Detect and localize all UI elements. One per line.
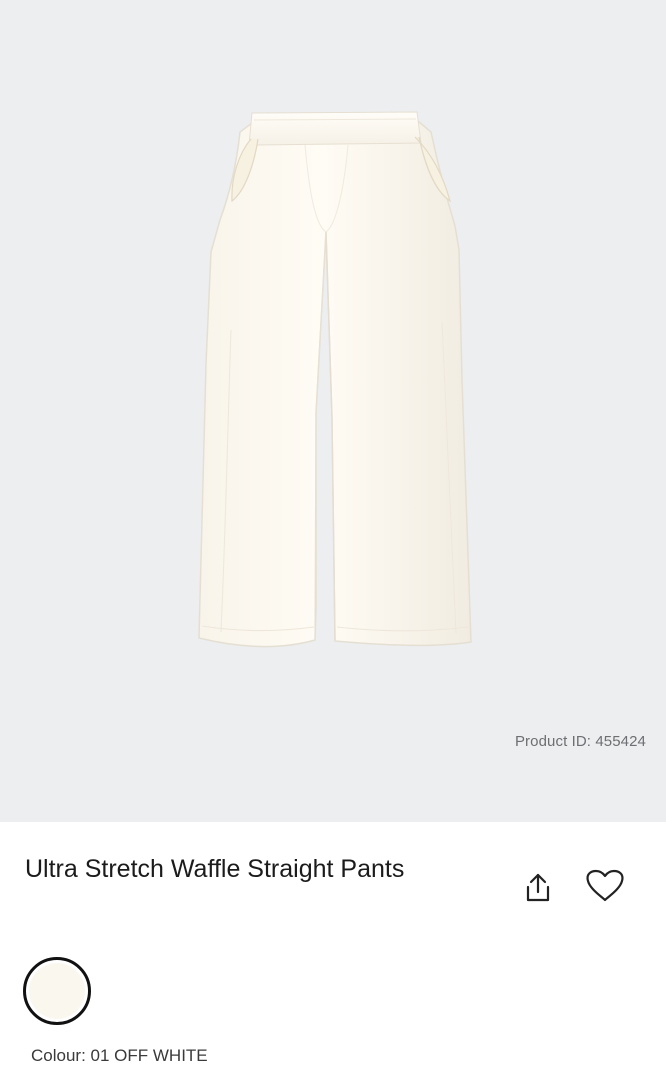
colour-swatch-off-white[interactable] <box>23 957 91 1025</box>
product-hero: Product ID: 455424 <box>0 0 666 822</box>
selected-colour-label: Colour: 01 OFF WHITE <box>31 1046 208 1065</box>
share-button[interactable] <box>516 866 560 910</box>
product-image <box>198 111 472 648</box>
product-title: Ultra Stretch Waffle Straight Pants <box>25 855 405 883</box>
favorite-button[interactable] <box>583 864 627 908</box>
product-title-row: Ultra Stretch Waffle Straight Pants <box>25 852 645 912</box>
product-id: Product ID: 455424 <box>514 733 646 750</box>
heart-icon <box>586 869 624 902</box>
swatch-fill <box>29 963 85 1019</box>
share-icon <box>526 873 550 902</box>
